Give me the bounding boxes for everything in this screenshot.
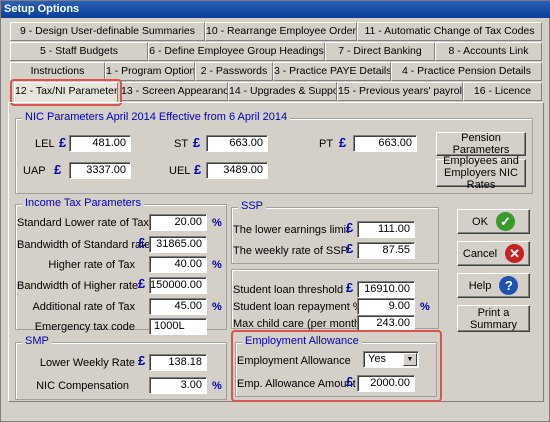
tab-practice-pension[interactable]: 4 - Practice Pension Details [391, 62, 542, 81]
student-loan-repayment-field[interactable]: 9.00 [357, 298, 415, 315]
tab-screen-appearance[interactable]: 13 - Screen Appearance [120, 82, 228, 101]
nic-compensation-label: NIC Compensation [36, 380, 129, 392]
pound-icon: £ [138, 276, 146, 291]
uel-label: UEL [169, 165, 191, 177]
cancel-button[interactable]: Cancel ✕ [457, 241, 530, 266]
standard-lower-rate-field[interactable]: 20.00 [149, 214, 207, 231]
lower-weekly-rate-field[interactable]: 138.18 [149, 354, 207, 371]
nic-parameters-title: NIC Parameters April 2014 Effective from… [22, 111, 291, 123]
lel-field[interactable]: 481.00 [69, 135, 131, 152]
ssp-lower-earnings-label: The lower earnings limit [233, 224, 350, 236]
bandwidth-higher-label: Bandwidth of Higher rate [17, 280, 139, 292]
higher-rate-label: Higher rate of Tax [48, 259, 135, 271]
percent-icon: % [212, 259, 222, 271]
pound-icon: £ [138, 353, 146, 368]
pound-icon: £ [138, 235, 146, 250]
tab-passwords[interactable]: 2 - Passwords [195, 62, 273, 81]
close-icon: ✕ [505, 244, 525, 263]
smp-title: SMP [22, 335, 52, 347]
tab-employee-group-headings[interactable]: 6 - Define Employee Group Headings [148, 42, 325, 61]
setup-options-window: Setup Options 9 - Design User-definable … [0, 0, 550, 422]
tab-previous-payrolls[interactable]: 15 - Previous years' payrolls [337, 82, 463, 101]
percent-icon: % [420, 301, 430, 313]
print-summary-button[interactable]: Print a Summary [457, 305, 530, 332]
check-icon: ✓ [495, 212, 515, 231]
pound-icon: £ [346, 280, 354, 295]
emergency-tax-code-field[interactable]: 1000L [149, 318, 207, 335]
help-button[interactable]: Help ? [457, 273, 530, 298]
standard-lower-rate-label: Standard Lower rate of Tax [17, 217, 149, 229]
tab-upgrades-support[interactable]: 14 - Upgrades & Support [228, 82, 337, 101]
ok-button[interactable]: OK ✓ [457, 209, 530, 234]
student-loan-threshold-label: Student loan threshold [233, 284, 344, 296]
uel-field[interactable]: 3489.00 [206, 162, 268, 179]
st-currency-icon: £ [193, 135, 201, 150]
ok-label: OK [472, 215, 488, 228]
st-field[interactable]: 663.00 [206, 135, 268, 152]
lower-weekly-rate-label: Lower Weekly Rate [39, 357, 135, 369]
student-loan-threshold-field[interactable]: 16910.00 [357, 281, 415, 298]
st-label: ST [174, 138, 189, 150]
lel-currency-icon: £ [59, 135, 67, 150]
ssp-title: SSP [238, 200, 267, 212]
window-title: Setup Options [1, 1, 550, 18]
additional-rate-label: Additional rate of Tax [32, 301, 135, 313]
uel-currency-icon: £ [194, 162, 202, 177]
uap-field[interactable]: 3337.00 [69, 162, 131, 179]
cancel-label: Cancel [462, 247, 498, 260]
tab-licence[interactable]: 16 - Licence [463, 82, 542, 101]
max-child-care-label: Max child care (per month) [233, 318, 364, 330]
additional-rate-field[interactable]: 45.00 [149, 298, 207, 315]
pt-label: PT [319, 138, 334, 150]
ssp-weekly-rate-field[interactable]: 87.55 [357, 242, 415, 259]
employment-allowance-highlight [231, 330, 442, 402]
tab-direct-banking[interactable]: 7 - Direct Banking [325, 42, 435, 61]
emergency-tax-code-label: Emergency tax code [34, 321, 135, 333]
pt-currency-icon: £ [339, 135, 347, 150]
ssp-weekly-rate-label: The weekly rate of SSP [233, 245, 348, 257]
tab-rearrange-employee-order[interactable]: 10 - Rearrange Employee Order [205, 22, 357, 41]
pound-icon: £ [346, 220, 354, 235]
tab-design-summaries[interactable]: 9 - Design User-definable Summaries [10, 22, 205, 41]
help-label: Help [468, 279, 492, 292]
pound-icon: £ [346, 241, 354, 256]
tab-staff-budgets[interactable]: 5 - Staff Budgets [10, 42, 148, 61]
lel-label: LEL [35, 138, 55, 150]
nic-rates-button[interactable]: Employees and Employers NIC Rates [436, 155, 526, 191]
pt-field[interactable]: 663.00 [353, 135, 417, 152]
uap-currency-icon: £ [54, 162, 62, 177]
percent-icon: % [212, 380, 222, 392]
tab-accounts-link[interactable]: 8 - Accounts Link [435, 42, 542, 61]
percent-icon: % [212, 301, 222, 313]
ssp-lower-earnings-field[interactable]: 111.00 [357, 221, 415, 238]
income-tax-title: Income Tax Parameters [22, 197, 144, 209]
pension-parameters-button[interactable]: Pension Parameters [436, 132, 526, 156]
bandwidth-standard-field[interactable]: 31865.00 [149, 236, 207, 253]
bandwidth-higher-field[interactable]: 150000.00 [149, 277, 207, 294]
percent-icon: % [212, 217, 222, 229]
tab-automatic-tax-codes[interactable]: 11 - Automatic Change of Tax Codes [357, 22, 542, 41]
bandwidth-standard-label: Bandwidth of Standard rate [17, 239, 151, 251]
student-loan-repayment-label: Student loan repayment % [233, 301, 363, 313]
nic-compensation-field[interactable]: 3.00 [149, 377, 207, 394]
tab-practice-paye[interactable]: 3 - Practice PAYE Details [273, 62, 391, 81]
uap-label: UAP [23, 165, 46, 177]
higher-rate-field[interactable]: 40.00 [149, 256, 207, 273]
help-icon: ? [499, 276, 519, 295]
